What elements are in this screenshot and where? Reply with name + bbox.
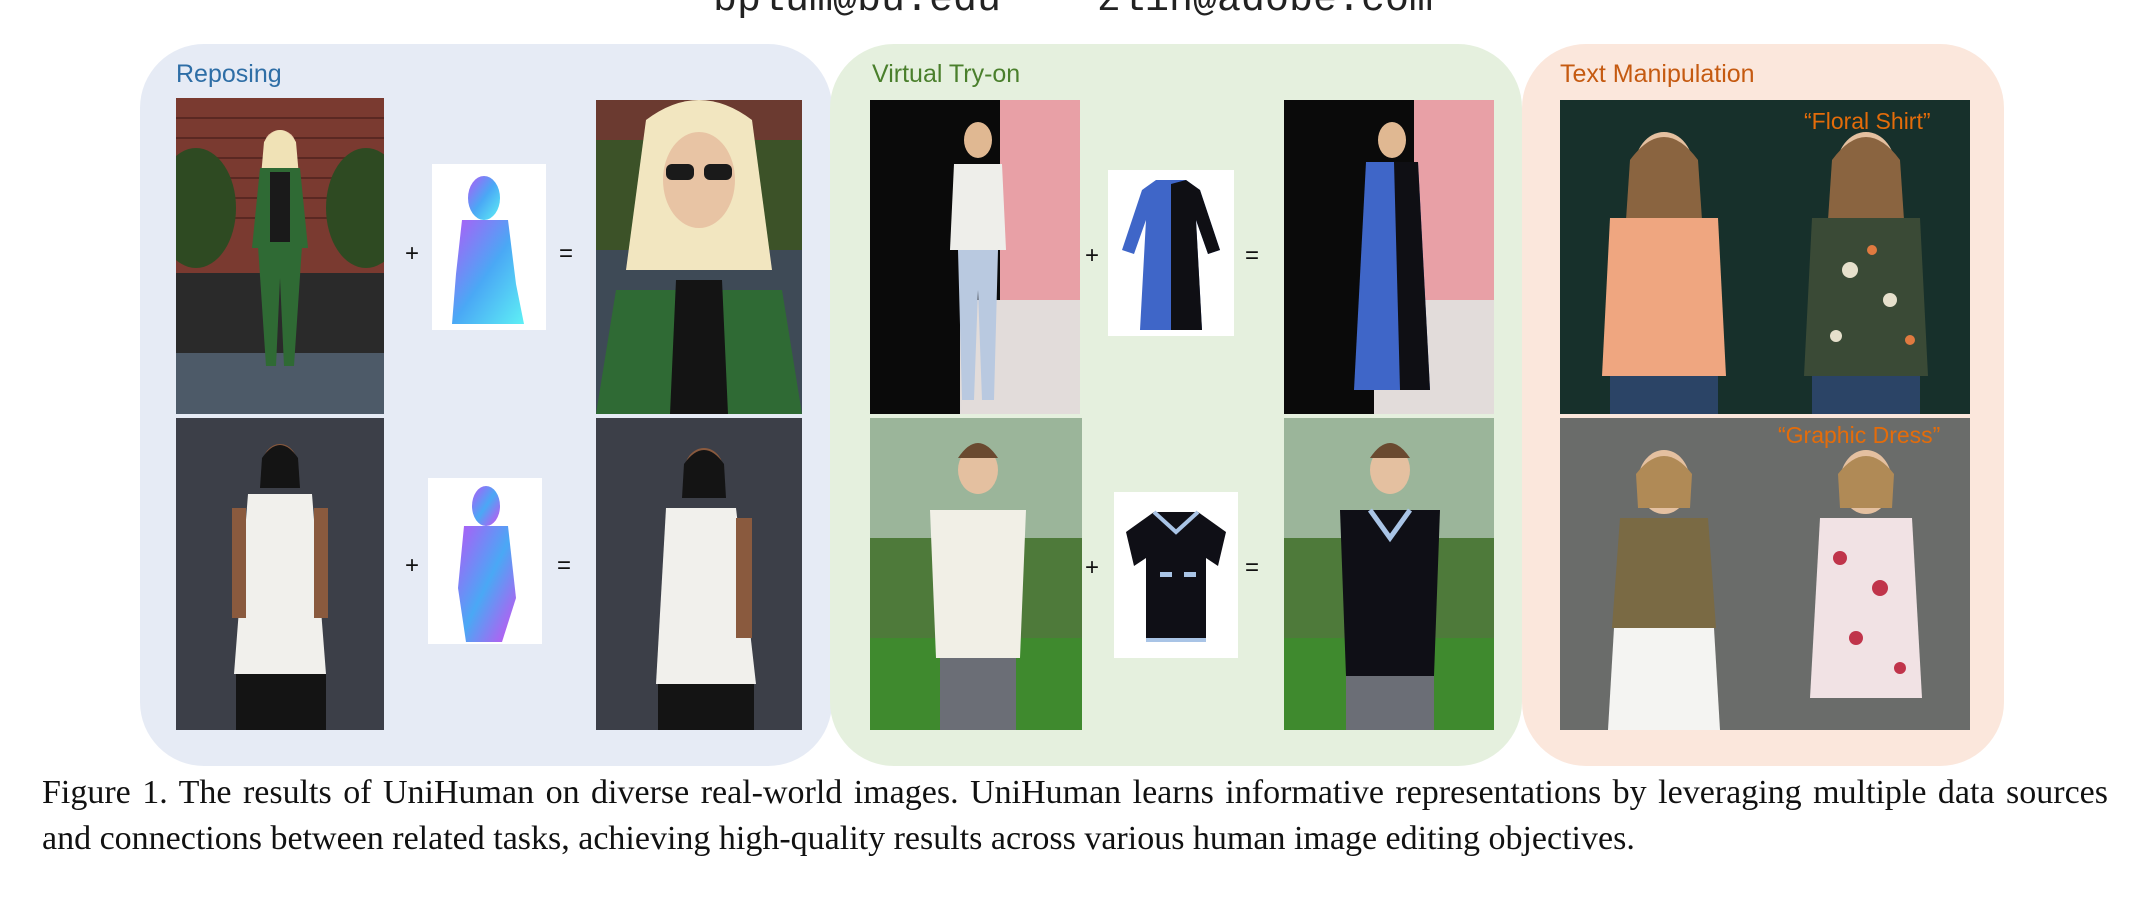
author-emails: bplum@bu.edu zlin@adobe.com [0, 0, 2146, 18]
plus-operator: + [404, 552, 419, 579]
reposing-title: Reposing [176, 60, 282, 88]
text-prompt-1: “Floral Shirt” [1804, 108, 1931, 134]
text-prompt-2: “Graphic Dress” [1778, 422, 1941, 448]
virtual-tryon-title: Virtual Try-on [872, 60, 1021, 88]
reposing-result-image-2 [596, 418, 802, 730]
text-manipulation-panel: Text Manipulation “Floral Shirt” “Graphi… [1522, 44, 2004, 766]
equals-operator: = [1244, 242, 1259, 269]
garment-image-1 [1108, 170, 1234, 336]
pose-map-2 [428, 478, 542, 644]
equals-operator: = [558, 240, 573, 267]
reposing-source-image-2 [176, 418, 384, 730]
reposing-source-image-1 [176, 98, 384, 414]
tryon-result-image-1 [1284, 100, 1494, 414]
tryon-result-image-2 [1284, 418, 1494, 730]
equals-operator: = [556, 552, 571, 579]
text-edit-images-1 [1560, 100, 1970, 414]
text-manipulation-title: Text Manipulation [1560, 60, 1755, 88]
pose-map-1 [432, 164, 546, 330]
virtual-tryon-panel: Virtual Try-on + = + = [830, 44, 1522, 766]
tryon-source-image-1 [870, 100, 1080, 414]
text-edit-images-2 [1560, 418, 1970, 730]
equals-operator: = [1244, 554, 1259, 581]
tryon-source-image-2 [870, 418, 1082, 730]
reposing-panel: Reposing + = + = [140, 44, 832, 766]
plus-operator: + [1084, 554, 1099, 581]
plus-operator: + [404, 240, 419, 267]
garment-image-2 [1114, 492, 1238, 658]
plus-operator: + [1084, 242, 1099, 269]
figure-caption: Figure 1. The results of UniHuman on div… [42, 774, 2108, 857]
reposing-result-image-1 [596, 100, 802, 414]
